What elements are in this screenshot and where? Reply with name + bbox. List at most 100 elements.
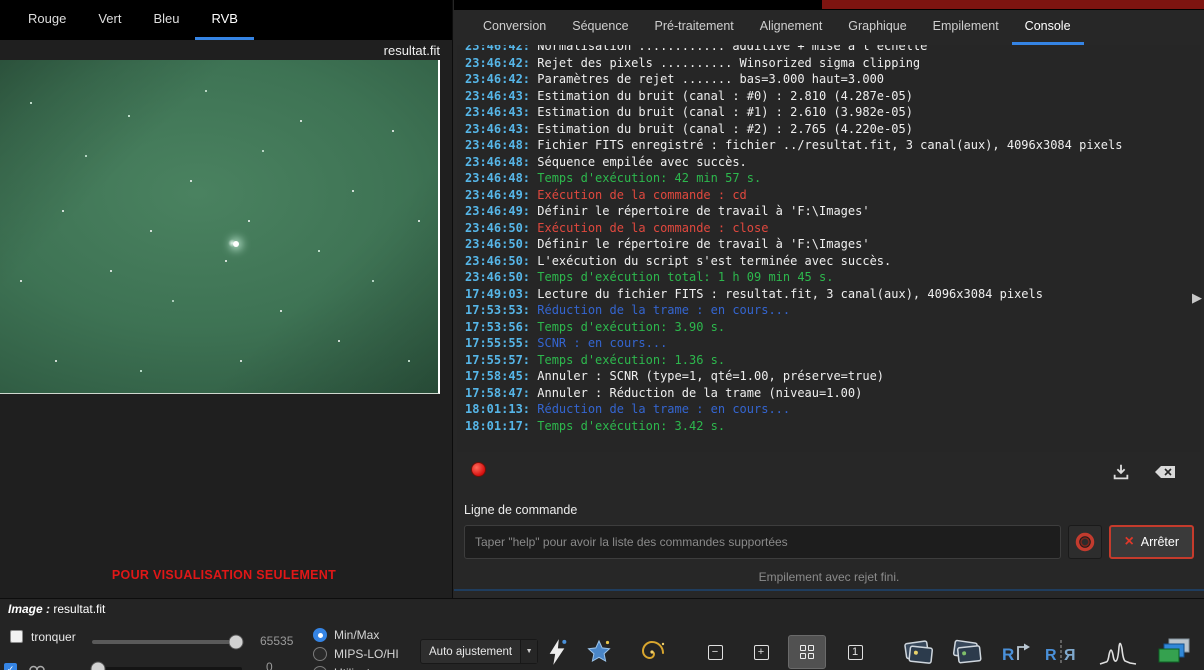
radio-mips-lo-hi[interactable]: MIPS-LO/HI: [313, 646, 399, 661]
command-input[interactable]: [464, 525, 1062, 559]
console-toolbar: [457, 452, 1201, 492]
tab-alignement[interactable]: Alignement: [747, 10, 836, 45]
panel-divider: [454, 589, 1204, 591]
sequence-frames-button[interactable]: [946, 635, 988, 669]
lifebuoy-icon: [1076, 532, 1095, 552]
radio-label: Utilisateur: [334, 666, 387, 670]
mirror-r-icon: R Я: [1045, 640, 1076, 664]
zoom-out-icon: −: [707, 644, 723, 660]
left-tab-bar: Rouge Vert Bleu RVB: [0, 0, 452, 40]
tab-console[interactable]: Console: [1011, 10, 1084, 45]
star-detection-button[interactable]: [580, 635, 618, 669]
console-line: 23:46:50: Exécution de la commande : clo…: [465, 220, 769, 235]
quick-photometry-button[interactable]: [538, 635, 576, 669]
console-line: 23:46:48: Fichier FITS enregistré : fich…: [465, 138, 1123, 152]
image-stack-alt-icon: [952, 639, 982, 664]
record-button[interactable]: [471, 462, 486, 477]
channel-composition-button[interactable]: [1152, 635, 1196, 669]
tab-rouge[interactable]: Rouge: [12, 0, 82, 40]
zoom-out-button[interactable]: −: [696, 635, 734, 669]
top-strip: [454, 0, 1204, 10]
console-output[interactable]: 23:46:42: Normalisation ............ add…: [457, 45, 1201, 452]
linked-levels-checkbox[interactable]: ✓: [4, 663, 17, 670]
rotate-image-button[interactable]: R: [994, 635, 1036, 669]
console-line: 23:46:48: Séquence empilée avec succès.: [465, 154, 747, 169]
console-line: 17:49:03: Lecture du fichier FITS : resu…: [465, 286, 1043, 301]
command-help-button[interactable]: [1068, 525, 1103, 559]
image-value: resultat.fit: [53, 602, 106, 616]
console-line: 23:46:50: Temps d'exécution total: 1 h 0…: [465, 270, 834, 284]
bright-star-decor: [233, 241, 239, 247]
tab-rvb[interactable]: RVB: [195, 0, 254, 40]
console-line: 23:46:42: Rejet des pixels .......... Wi…: [465, 55, 921, 70]
stop-x-icon: ×: [1124, 533, 1134, 550]
preview-image[interactable]: [0, 60, 440, 394]
radio-label: Min/Max: [334, 627, 380, 642]
auto-adjust-dropdown[interactable]: Auto ajustement ▼: [420, 639, 539, 664]
image-stack-icon: [904, 640, 934, 664]
tab-bleu[interactable]: Bleu: [137, 0, 195, 40]
red-strip-decor: [822, 0, 1204, 9]
rotate-r-icon: R: [1002, 643, 1030, 664]
radio-utilisateur[interactable]: Utilisateur: [313, 665, 399, 670]
stop-button[interactable]: × Arrêter: [1109, 525, 1194, 559]
spiral-galaxy-icon: [641, 640, 665, 660]
high-level-slider[interactable]: [92, 634, 244, 650]
image-viewer-panel: Rouge Vert Bleu RVB resultat.fit POUR VISUA…: [0, 0, 453, 598]
fit-to-window-button[interactable]: [788, 635, 826, 669]
svg-text:Я: Я: [1064, 647, 1076, 664]
console-line: 17:58:47: Annuler : Réduction de la tram…: [465, 385, 863, 400]
console-line: 23:46:49: Exécution de la commande : cd: [465, 187, 747, 202]
star-icon: [587, 639, 611, 662]
status-message: Empilement avec rejet fini.: [758, 570, 900, 584]
chevron-down-icon: ▼: [520, 640, 538, 663]
chain-link-icon[interactable]: [28, 663, 46, 670]
slider-fill: [92, 640, 240, 644]
radio-label: MIPS-LO/HI: [334, 646, 399, 661]
histogram-icon: [1099, 642, 1137, 665]
console-line: 23:46:50: L'exécution du script s'est te…: [465, 253, 892, 268]
clear-console-button[interactable]: [1153, 460, 1177, 484]
truncate-checkbox[interactable]: [10, 630, 23, 643]
starfield-decor: [0, 60, 2, 62]
image-filename-label: resultat.fit: [383, 43, 440, 58]
zoom-in-button[interactable]: +: [742, 635, 780, 669]
console-line: 23:46:50: Définir le répertoire de trava…: [465, 237, 870, 251]
console-line: 18:01:17: Temps d'exécution: 3.42 s.: [465, 418, 726, 433]
tab-s-quence[interactable]: Séquence: [559, 10, 641, 45]
histogram-button[interactable]: [1096, 635, 1140, 669]
tab-pr-traitement[interactable]: Pré-traitement: [642, 10, 747, 45]
radio-dot: [313, 665, 327, 670]
high-slider-knob[interactable]: [228, 634, 244, 650]
tab-vert[interactable]: Vert: [82, 0, 137, 40]
console-line: 17:53:53: Réduction de la trame : en cou…: [465, 303, 791, 317]
console-line: 23:46:43: Estimation du bruit (canal : #…: [465, 88, 913, 103]
console-line: 23:46:48: Temps d'exécution: 42 min 57 s…: [465, 171, 762, 185]
radio-dot: [313, 646, 327, 661]
bolt-icon: [549, 639, 567, 665]
console-line: 17:55:55: SCNR : en cours...: [465, 336, 668, 350]
tab-empilement[interactable]: Empilement: [920, 10, 1012, 45]
console-line: 23:46:42: Normalisation ............ add…: [465, 45, 928, 53]
console-line: 23:46:42: Paramètres de rejet ....... ba…: [465, 72, 885, 86]
command-row: × Arrêter: [464, 524, 1194, 560]
console-line: 23:46:43: Estimation du bruit (canal : #…: [465, 121, 913, 136]
image-list-button[interactable]: [898, 635, 940, 669]
radio-dot: [313, 627, 327, 642]
tab-graphique[interactable]: Graphique: [835, 10, 919, 45]
console-line: 23:46:43: Estimation du bruit (canal : #…: [465, 105, 913, 119]
mirror-image-button[interactable]: R Я: [1040, 635, 1082, 669]
zoom-one-button[interactable]: 1: [836, 635, 874, 669]
console-log: 23:46:42: Normalisation ............ add…: [457, 45, 1201, 434]
current-image-title: Image : resultat.fit: [8, 602, 105, 616]
console-line: 23:46:49: Définir le répertoire de trava…: [465, 204, 870, 218]
export-log-button[interactable]: [1109, 460, 1133, 484]
panel-expander-arrow[interactable]: ▶: [1192, 290, 1202, 306]
console-line: 17:55:57: Temps d'exécution: 1.36 s.: [465, 352, 726, 367]
radio-min-max[interactable]: Min/Max: [313, 627, 399, 642]
low-slider-knob[interactable]: [90, 661, 106, 670]
siril-window: Rouge Vert Bleu RVB resultat.fit POUR VISUA…: [0, 0, 1204, 670]
low-level-value: 0: [266, 660, 273, 670]
tab-conversion[interactable]: Conversion: [470, 10, 559, 45]
galaxy-tool-button[interactable]: [633, 635, 671, 669]
